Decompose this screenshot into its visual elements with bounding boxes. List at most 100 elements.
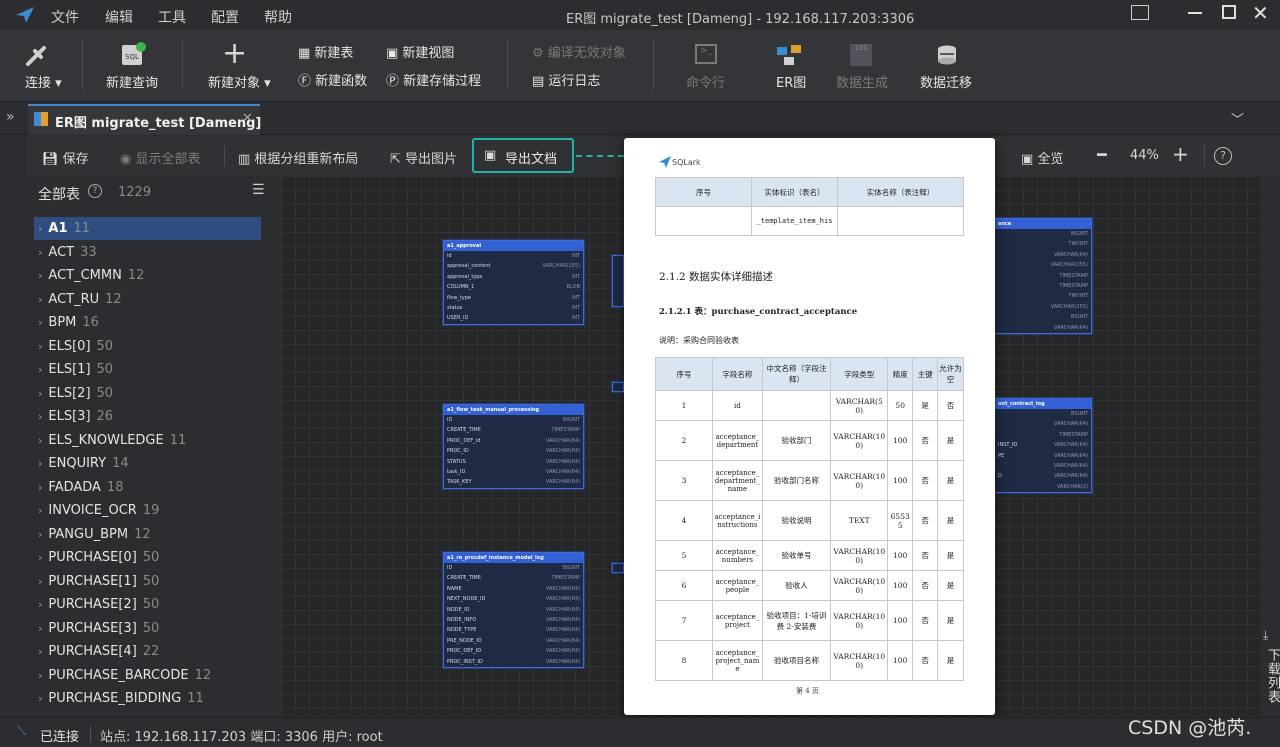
chevron-right-icon[interactable]: › bbox=[38, 692, 42, 705]
chevron-right-icon[interactable]: › bbox=[38, 387, 42, 400]
chevron-right-icon[interactable]: › bbox=[38, 645, 42, 658]
chevron-right-icon[interactable]: › bbox=[38, 528, 42, 541]
er-table[interactable]: ance BIGINT TINYINT VARCHAR(64) VARCHAR(255)… bbox=[994, 218, 1092, 334]
data-migrate-button[interactable]: 数据迁移 bbox=[920, 42, 976, 91]
run-log-button[interactable]: ▤ 运行日志 bbox=[532, 70, 600, 89]
er-column-name: NODE_ID bbox=[447, 606, 470, 613]
doc-entity-cell: _template_item_his bbox=[751, 206, 838, 236]
tab-list-chevron-icon[interactable]: ﹀ bbox=[1231, 109, 1244, 128]
new-function-label: 新建函数 bbox=[315, 74, 368, 89]
chevron-right-icon[interactable]: › bbox=[38, 363, 42, 376]
sidebar-item[interactable]: › FADADA 18 bbox=[38, 480, 123, 495]
chevron-right-icon[interactable]: › bbox=[38, 669, 42, 682]
menu-tools[interactable]: 工具 bbox=[158, 7, 186, 27]
sidebar-item[interactable]: › ELS[0] 50 bbox=[38, 339, 113, 354]
chevron-right-icon[interactable]: › bbox=[38, 269, 42, 282]
expand-sidebar-icon[interactable]: » bbox=[6, 109, 15, 125]
sidebar-item[interactable]: › PURCHASE[4] 22 bbox=[38, 644, 159, 659]
chevron-right-icon[interactable]: › bbox=[38, 457, 42, 470]
new-procedure-button[interactable]: Ⓟ 新建存储过程 bbox=[386, 70, 481, 89]
er-table[interactable]: ont_contract_log BIGINT VARCHAR(64) TIMESTA… bbox=[994, 398, 1092, 494]
chevron-right-icon[interactable]: › bbox=[38, 340, 42, 353]
chevron-right-icon[interactable]: › bbox=[38, 551, 42, 564]
new-object-button[interactable]: + 新建对象 ▾ bbox=[206, 36, 274, 91]
new-query-button[interactable]: SQL 新建查询 bbox=[104, 42, 160, 91]
maximize-icon[interactable] bbox=[1222, 5, 1236, 19]
data-gen-button[interactable]: 101 数据生成 bbox=[836, 42, 892, 91]
menu-help[interactable]: 帮助 bbox=[264, 7, 292, 27]
chevron-right-icon[interactable]: › bbox=[38, 481, 42, 494]
er-table[interactable]: a1_re_procdef_instance_model_log ID BIGINT… bbox=[443, 552, 584, 668]
chevron-right-icon[interactable]: › bbox=[38, 246, 42, 259]
chevron-right-icon[interactable]: › bbox=[38, 222, 42, 235]
sidebar-item[interactable]: › INVOICE_OCR 19 bbox=[38, 503, 159, 518]
sidebar-item[interactable]: › ENQUIRY 14 bbox=[38, 456, 129, 471]
er-table-partial[interactable] bbox=[612, 382, 624, 392]
layout-icon[interactable] bbox=[1131, 5, 1149, 20]
er-table-partial[interactable] bbox=[612, 255, 624, 307]
zoom-in-icon[interactable]: + bbox=[1172, 142, 1189, 166]
chevron-right-icon[interactable]: › bbox=[38, 293, 42, 306]
sidebar-item[interactable]: › A1 11 bbox=[38, 221, 90, 236]
doc-field-cell: 是 bbox=[937, 460, 964, 501]
overview-button[interactable]: ▣ 全览 bbox=[1021, 148, 1063, 167]
sidebar-item[interactable]: › ELS[1] 50 bbox=[38, 362, 113, 377]
new-view-button[interactable]: ▣ 新建视图 bbox=[386, 42, 454, 61]
export-doc-button[interactable]: ▣ 导出文档 bbox=[472, 138, 574, 173]
menu-edit[interactable]: 编辑 bbox=[105, 7, 133, 27]
sidebar-item[interactable]: › ACT_CMMN 12 bbox=[38, 268, 144, 283]
zoom-out-icon[interactable]: ━ bbox=[1097, 145, 1107, 164]
sidebar-item[interactable]: › ELS[2] 50 bbox=[38, 386, 113, 401]
chevron-right-icon[interactable]: › bbox=[38, 316, 42, 329]
sidebar-item[interactable]: › ACT_RU 12 bbox=[38, 292, 122, 307]
minimize-icon[interactable] bbox=[1188, 12, 1202, 14]
er-table[interactable]: a1_approval id INT approval_content VARCHAR(… bbox=[443, 240, 584, 325]
compile-invalid-button[interactable]: ⚙ 编译无效对象 bbox=[532, 42, 626, 61]
export-image-button[interactable]: ⇱ 导出图片 bbox=[390, 148, 457, 167]
sidebar-item[interactable]: › PURCHASE_BIDDING 11 bbox=[38, 691, 204, 706]
relayout-button[interactable]: ▥ 根据分组重新布局 bbox=[238, 148, 358, 167]
er-table[interactable]: a1_flow_task_manual_processing ID BIGINT CR… bbox=[443, 404, 584, 489]
doc-field-cell: VARCHAR(100) bbox=[830, 600, 889, 641]
close-icon[interactable]: ✕ bbox=[1252, 1, 1269, 25]
doc-field-cell: 100 bbox=[887, 600, 914, 641]
doc-field-cell: 是 bbox=[937, 570, 964, 601]
sidebar-item[interactable]: › PURCHASE[3] 50 bbox=[38, 621, 159, 636]
er-button[interactable]: ER图 bbox=[772, 42, 808, 91]
sidebar-item[interactable]: › ELS_KNOWLEDGE 11 bbox=[38, 433, 186, 448]
help-icon[interactable]: ? bbox=[1214, 147, 1232, 165]
sidebar-item[interactable]: › PURCHASE[2] 50 bbox=[38, 597, 159, 612]
show-all-tables-button[interactable]: ◉ 显示全部表 bbox=[120, 148, 201, 167]
sidebar-item[interactable]: › BPM 16 bbox=[38, 315, 99, 330]
connect-button[interactable]: 连接 ▾ bbox=[22, 42, 62, 91]
download-list-label[interactable]: 下载列表 bbox=[1263, 648, 1280, 704]
tab-close-icon[interactable]: ✕ bbox=[242, 111, 253, 126]
sidebar-item[interactable]: › PANGU_BPM 12 bbox=[38, 527, 151, 542]
sidebar-item[interactable]: › ELS[3] 26 bbox=[38, 409, 113, 424]
tab-er-diagram[interactable]: ER图 migrate_test [Dameng] ✕ bbox=[28, 104, 262, 135]
chevron-right-icon[interactable]: › bbox=[38, 410, 42, 423]
save-button[interactable]: 💾︎ 保存 bbox=[42, 148, 89, 167]
download-icon[interactable]: ⤓ bbox=[1263, 628, 1268, 643]
menu-config[interactable]: 配置 bbox=[211, 7, 239, 27]
er-table-partial[interactable] bbox=[612, 563, 624, 573]
sort-icon[interactable]: ☰ bbox=[252, 182, 265, 198]
sidebar-item[interactable]: › PURCHASE_BARCODE 12 bbox=[38, 668, 211, 683]
sidebar-item[interactable]: › ACT 33 bbox=[38, 245, 97, 260]
menu-file[interactable]: 文件 bbox=[51, 7, 79, 27]
chevron-right-icon[interactable]: › bbox=[38, 598, 42, 611]
chevron-right-icon[interactable]: › bbox=[38, 622, 42, 635]
cmd-button[interactable]: >_ 命令行 bbox=[684, 42, 728, 91]
doc-field-cell: 验收项目名称 bbox=[761, 640, 832, 681]
new-table-button[interactable]: ▦ 新建表 bbox=[298, 42, 353, 61]
info-icon[interactable]: ? bbox=[88, 184, 102, 198]
new-function-button[interactable]: Ⓕ 新建函数 bbox=[298, 70, 367, 89]
sidebar-item[interactable]: › PURCHASE[0] 50 bbox=[38, 550, 159, 565]
main-toolbar bbox=[0, 30, 1280, 102]
chevron-right-icon[interactable]: › bbox=[38, 504, 42, 517]
chevron-right-icon[interactable]: › bbox=[38, 575, 42, 588]
chevron-right-icon[interactable]: › bbox=[38, 434, 42, 447]
er-table-column: TIMESTAMP bbox=[995, 430, 1091, 440]
sidebar-item[interactable]: › PURCHASE[1] 50 bbox=[38, 574, 159, 589]
tab-label: ER图 migrate_test [Dameng] bbox=[55, 116, 262, 131]
